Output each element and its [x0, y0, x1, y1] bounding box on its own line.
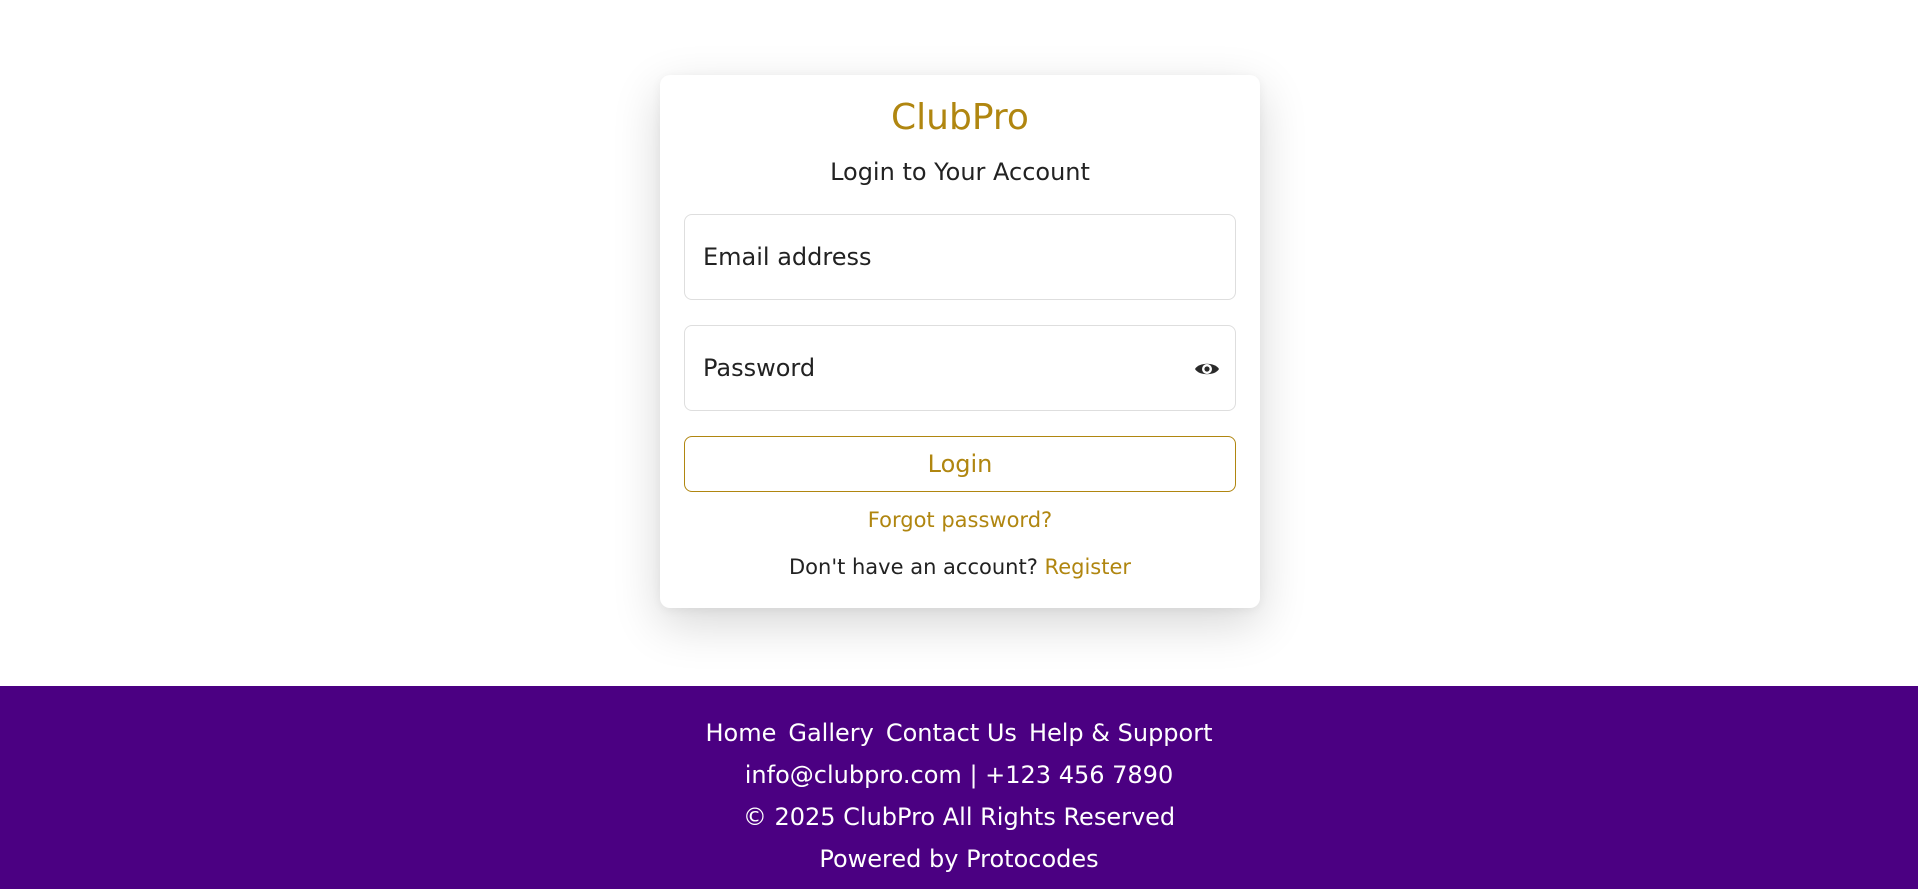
password-field-wrapper: [684, 325, 1236, 411]
login-button[interactable]: Login: [684, 436, 1236, 492]
footer-link-gallery[interactable]: Gallery: [788, 718, 873, 748]
footer: Home Gallery Contact Us Help & Support i…: [0, 686, 1918, 889]
footer-contact: info@clubpro.com | +123 456 7890: [744, 761, 1174, 789]
login-subtitle: Login to Your Account: [830, 158, 1090, 186]
password-field[interactable]: [685, 326, 1235, 410]
register-link[interactable]: Register: [1045, 555, 1131, 579]
register-prompt: Don't have an account?: [788, 555, 1038, 579]
forgot-password-link[interactable]: Forgot password?: [660, 506, 1260, 534]
footer-link-contact-us[interactable]: Contact Us: [886, 718, 1017, 748]
login-card: ClubPro Login to Your Account Login Forg…: [660, 75, 1260, 608]
footer-powered-by: Powered by Protocodes: [819, 845, 1099, 873]
footer-link-home[interactable]: Home: [706, 718, 777, 748]
footer-link-help-support[interactable]: Help & Support: [1029, 718, 1213, 748]
main-area: ClubPro Login to Your Account Login Forg…: [0, 0, 1918, 686]
email-field[interactable]: [685, 215, 1235, 299]
email-field-wrapper: [684, 214, 1236, 300]
brand-title: ClubPro: [891, 97, 1029, 138]
footer-nav: Home Gallery Contact Us Help & Support: [0, 718, 1918, 748]
register-line: Don't have an account? Register: [660, 553, 1260, 581]
page: ClubPro Login to Your Account Login Forg…: [0, 0, 1918, 889]
eye-icon[interactable]: [1193, 357, 1221, 381]
footer-copyright: © 2025 ClubPro All Rights Reserved: [742, 803, 1176, 831]
